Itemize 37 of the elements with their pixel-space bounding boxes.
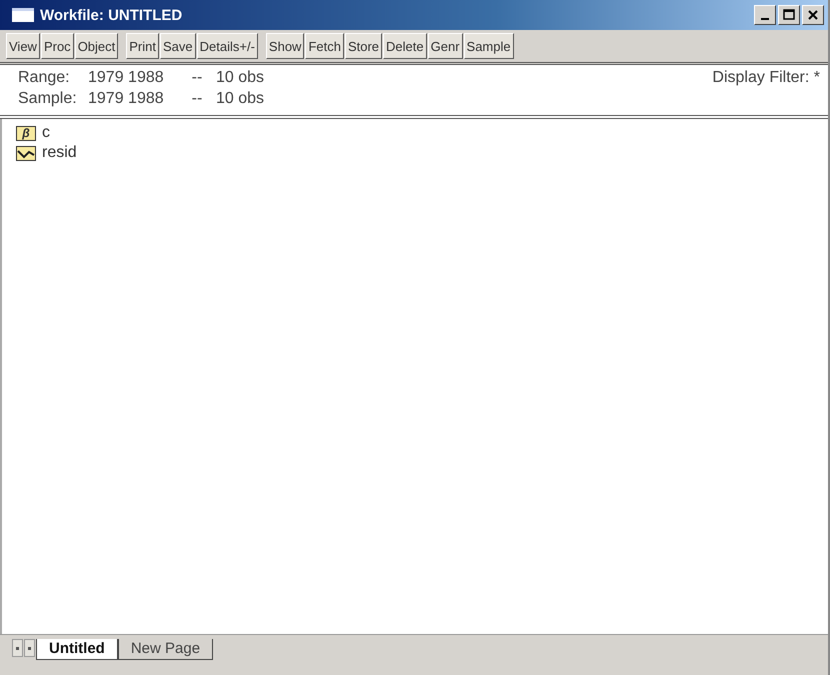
toolbar-button[interactable]: Save <box>160 33 196 59</box>
toolbar-button[interactable]: Proc <box>40 33 74 59</box>
close-button[interactable] <box>802 5 824 25</box>
toolbar-button[interactable]: Sample <box>464 33 514 59</box>
toolbar-button[interactable]: Print <box>126 33 159 59</box>
object-name[interactable]: resid <box>42 145 77 161</box>
toolbar-button[interactable]: Object <box>74 33 118 59</box>
toolbar-button[interactable]: Details+/- <box>196 33 258 59</box>
toolbar-button[interactable]: Fetch <box>305 33 344 59</box>
scroll-right-icon[interactable] <box>24 639 35 657</box>
info-value: 1979 1988 <box>88 90 165 109</box>
toolbar-button[interactable]: Show <box>266 33 304 59</box>
close-icon <box>807 9 819 21</box>
info-value: 10 obs <box>216 69 264 88</box>
minimize-button[interactable] <box>754 5 776 25</box>
page-tab[interactable]: New Page <box>118 639 214 660</box>
page-tab[interactable]: Untitled <box>36 639 118 660</box>
display-filter: Display Filter: * <box>712 69 820 87</box>
toolbar-button[interactable]: View <box>6 33 40 59</box>
object-name[interactable]: c <box>42 125 50 141</box>
info-label: Sample: <box>18 90 78 109</box>
info-value: 10 obs <box>216 90 264 109</box>
info-separator: -- <box>190 90 204 109</box>
info-separator: -- <box>190 69 204 88</box>
series-icon <box>16 146 36 160</box>
toolbar-button[interactable]: Delete <box>383 33 427 59</box>
coefficient-icon: β <box>16 126 36 140</box>
maximize-button[interactable] <box>778 5 800 25</box>
minimize-icon <box>761 18 769 20</box>
scroll-left-icon[interactable] <box>12 639 23 657</box>
toolbar-button[interactable]: Genr <box>428 33 463 59</box>
info-value: 1979 1988 <box>88 69 165 88</box>
window-icon <box>12 8 34 22</box>
maximize-icon <box>783 9 795 21</box>
toolbar-button[interactable]: Store <box>344 33 382 59</box>
info-label: Range: <box>18 69 71 88</box>
window-title: Workfile: UNTITLED <box>40 6 184 24</box>
